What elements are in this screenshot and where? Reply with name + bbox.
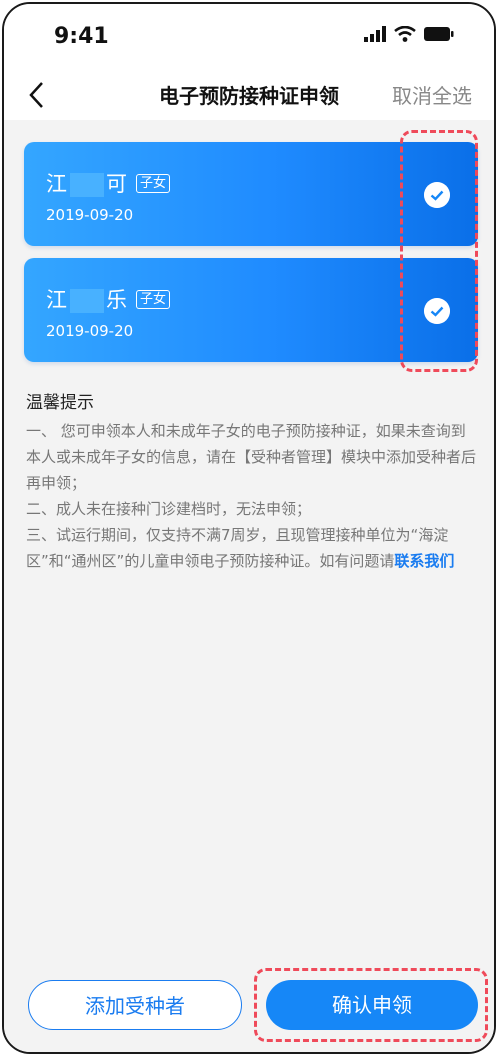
signal-icon [364,26,386,42]
relation-badge: 子女 [136,289,171,309]
tip-line-2: 二、成人未在接种门诊建档时，无法申领； [26,500,312,518]
birth-date: 2019-09-20 [46,322,134,340]
recipient-name: 江乐 [46,284,128,314]
name-mask [70,173,104,197]
name-last: 乐 [106,288,128,312]
name-first: 江 [46,172,68,196]
tips-title: 温馨提示 [26,393,94,413]
tip-line-1: 一、 您可申领本人和未成年子女的电子预防接种证，如果未查询到本人或未成年子女的信… [26,422,477,492]
nav-bar: 电子预防接种证申领 取消全选 [4,70,494,120]
battery-icon [424,27,454,41]
tip-line-3-text: 三、试运行期间，仅支持不满7周岁，且现管理接种单位为“海淀区”和“通州区”的儿童… [26,526,449,570]
status-time: 9:41 [54,24,109,49]
add-recipient-button[interactable]: 添加受种者 [28,980,242,1030]
wifi-icon [394,26,416,42]
highlight-checkboxes [400,130,478,372]
name-mask [70,289,104,313]
name-last: 可 [106,172,128,196]
name-first: 江 [46,288,68,312]
content-area: 江可 子女 2019-09-20 江乐 子女 2019-09-20 温馨提示 一… [4,120,494,1052]
status-bar: 9:41 [4,4,494,70]
tips-body: 一、 您可申领本人和未成年子女的电子预防接种证，如果未查询到本人或未成年子女的信… [26,418,480,574]
status-icons [364,26,454,42]
cancel-all-button[interactable]: 取消全选 [392,80,472,109]
contact-us-link[interactable]: 联系我们 [394,552,454,570]
birth-date: 2019-09-20 [46,206,134,224]
phone-frame: 9:41 电子预防接种证申领 取消全选 江 可 子女 2019-09-20 江 … [2,2,496,1054]
tip-line-3: 三、试运行期间，仅支持不满7周岁，且现管理接种单位为“海淀区”和“通州区”的儿童… [26,522,480,574]
highlight-confirm [254,968,488,1042]
recipient-name: 江可 [46,168,128,198]
relation-badge: 子女 [136,173,171,193]
